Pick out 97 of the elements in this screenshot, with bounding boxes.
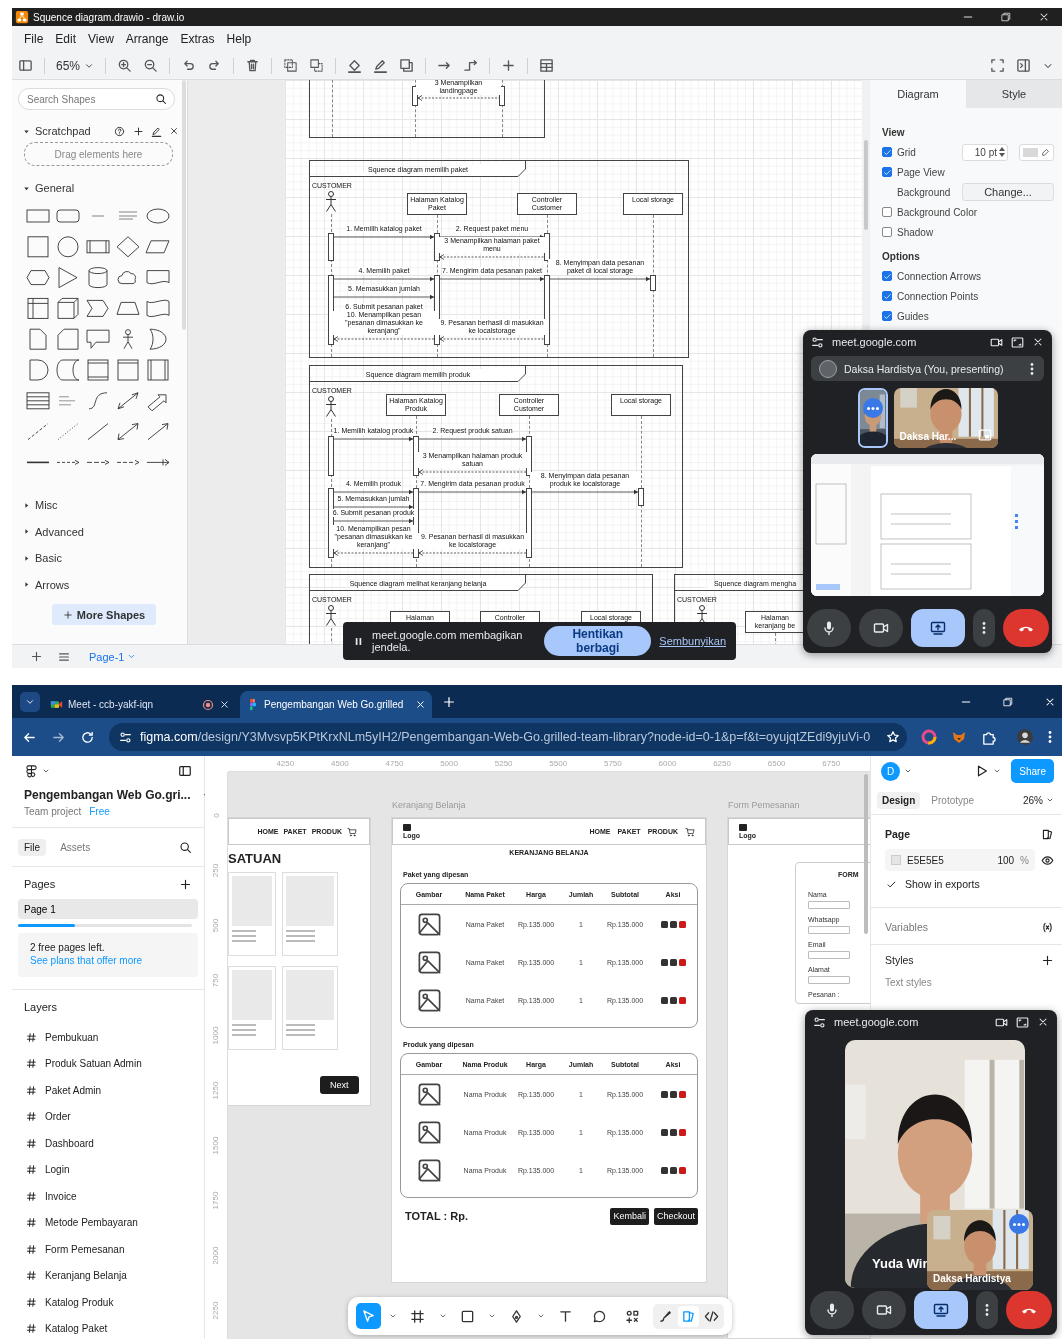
layer-item[interactable]: Order <box>45 1111 71 1123</box>
section-heading: View <box>882 125 906 140</box>
address-bar[interactable]: figma.com/design/Y3Mvsvp5KPtKrxNLm5yIH2/Pengembangan-Web-Go.grilled-team-library?node-id=0-1&p=f&t=oyujqtZEdi9yjuVi-0 <box>109 723 907 751</box>
layer-item[interactable]: Keranjang Belanja <box>45 1270 127 1282</box>
site-url: meet.google.com <box>834 1016 919 1028</box>
site-url: meet.google.com <box>832 336 917 348</box>
next-button[interactable]: Next <box>320 1076 359 1094</box>
ruler-label: 5250 <box>493 758 514 770</box>
stop-sharing-button[interactable]: Hentikan berbagi <box>544 626 652 656</box>
ruler-label: 750 <box>211 973 221 988</box>
page-item[interactable]: Page 1 <box>18 899 198 919</box>
window-title: Squence diagram.drawio - draw.io <box>33 11 185 23</box>
ruler-label: 1500 <box>211 1136 221 1155</box>
checkbox-label: Connection Arrows <box>897 270 981 282</box>
panel-tab[interactable]: File <box>18 838 47 856</box>
layer-item[interactable]: Form Pemesanan <box>45 1243 125 1255</box>
presenter-name: Daksa Hardistya (You, presenting) <box>844 362 1004 375</box>
ruler-label: 6250 <box>712 758 732 770</box>
layer-item[interactable]: Katalog Produk <box>45 1296 114 1308</box>
hide-link[interactable]: Sembunyikan <box>659 635 726 647</box>
grid-size-field[interactable]: 10 pt <box>962 143 1008 161</box>
menu-item[interactable]: Edit <box>49 32 83 46</box>
section-title: Pages <box>24 878 56 890</box>
ruler-label: 5500 <box>548 758 569 770</box>
checkbox-label: Page View <box>897 166 945 178</box>
ruler-label: 1000 <box>211 1026 221 1045</box>
action-button[interactable]: Checkout <box>653 1207 698 1225</box>
ruler-label: 6750 <box>821 758 842 770</box>
browser-tab[interactable]: Pengembangan Web Go.grilled <box>240 691 432 718</box>
ruler-label: 5750 <box>602 758 623 770</box>
total-label: TOTAL : Rp. <box>405 1210 469 1222</box>
ruler-label: 1250 <box>211 1081 221 1100</box>
checkbox-label: Shadow <box>897 226 934 238</box>
layer-item[interactable]: Invoice <box>45 1190 77 1202</box>
menu-item[interactable]: Help <box>220 32 258 46</box>
section-title[interactable]: Misc <box>35 499 58 512</box>
field-label: Background <box>897 186 951 198</box>
checkbox-label: Guides <box>897 310 929 322</box>
panel-tab[interactable]: Assets <box>54 838 97 856</box>
action-button[interactable]: Kembali <box>610 1207 649 1225</box>
ruler-label: 2250 <box>211 1301 221 1320</box>
layer-item[interactable]: Paket Admin <box>45 1084 102 1096</box>
ruler-label: 6500 <box>766 758 787 770</box>
project-label: Team project <box>24 806 82 817</box>
zoom-dropdown[interactable]: 65% <box>56 58 95 73</box>
ruler-label: 1750 <box>211 1191 221 1210</box>
ruler-label: 0 <box>211 813 221 818</box>
section-title: Styles <box>885 954 914 966</box>
page-tab[interactable]: Page-1 <box>85 650 141 663</box>
ruler-label: 4250 <box>275 758 296 770</box>
panel-tab[interactable]: Design <box>877 791 921 809</box>
menu-item[interactable]: Extras <box>174 32 221 46</box>
change-button[interactable]: Change... <box>962 183 1054 201</box>
layer-item[interactable]: Katalog Paket <box>45 1323 108 1335</box>
layer-item[interactable]: Dashboard <box>45 1137 94 1149</box>
checkbox-label: Background Color <box>897 206 978 218</box>
file-name[interactable]: Pengembangan Web Go.gri... <box>24 788 191 802</box>
menu-item[interactable]: Arrange <box>119 32 175 46</box>
section-heading: Options <box>882 249 921 264</box>
quota-text: 2 free pages left. <box>30 941 106 954</box>
ruler-label: 5000 <box>439 758 459 770</box>
frame-label: Keranjang Belanja <box>392 800 467 812</box>
section-title[interactable]: Scratchpad <box>35 125 91 137</box>
plan-label: Free <box>89 806 110 817</box>
ruler-label: 4750 <box>384 758 405 770</box>
layer-item[interactable]: Pembukuan <box>45 1031 99 1043</box>
ruler-label: 2000 <box>211 1246 221 1265</box>
menu-item[interactable]: View <box>82 32 120 46</box>
section-label: Text styles <box>885 976 932 988</box>
layer-item[interactable]: Metode Pembayaran <box>45 1217 138 1229</box>
section-title: Variables <box>885 921 928 933</box>
panel-tab[interactable]: Prototype <box>926 791 980 809</box>
section-title: Page <box>885 828 911 840</box>
panel-tab[interactable]: Style <box>966 80 1062 108</box>
frame-label: Form Pemesanan <box>728 800 801 812</box>
checkbox-label: Connection Points <box>897 290 979 302</box>
section-title[interactable]: Advanced <box>35 525 84 538</box>
fill-field[interactable]: E5E5E5 100 % <box>885 849 1035 871</box>
ruler-label: 500 <box>211 918 221 933</box>
checkbox-label: Show in exports <box>905 878 980 890</box>
section-title: Layers <box>24 1001 58 1013</box>
layer-item[interactable]: Produk Satuan Admin <box>45 1058 142 1070</box>
section-title[interactable]: Basic <box>35 552 62 565</box>
menu-item[interactable]: File <box>18 32 50 46</box>
browser-tab[interactable]: Meet - ccb-yakf-iqn <box>44 691 236 718</box>
more-shapes-button[interactable]: More Shapes <box>52 604 156 625</box>
search-field[interactable]: Search Shapes <box>18 88 175 110</box>
address-text: figma.com/design/Y3Mvsvp5KPtKrxNLm5yIH2/Pengembangan-Web-Go.grilled-team-library?node-id=0-1&p=f&t=oyujqtZEdi9yjuVi-0 <box>140 730 871 744</box>
ruler-label: 250 <box>211 863 221 878</box>
checkbox-label: Grid <box>897 146 916 158</box>
section-title[interactable]: General <box>35 182 75 194</box>
ruler-label: 6000 <box>657 758 678 770</box>
section-title[interactable]: Arrows <box>35 578 70 591</box>
zoom-dropdown[interactable]: 26% <box>1023 794 1054 806</box>
ruler-label: 4500 <box>330 758 350 770</box>
page-heading: SATUAN <box>228 851 283 866</box>
layer-item[interactable]: Login <box>45 1164 70 1176</box>
